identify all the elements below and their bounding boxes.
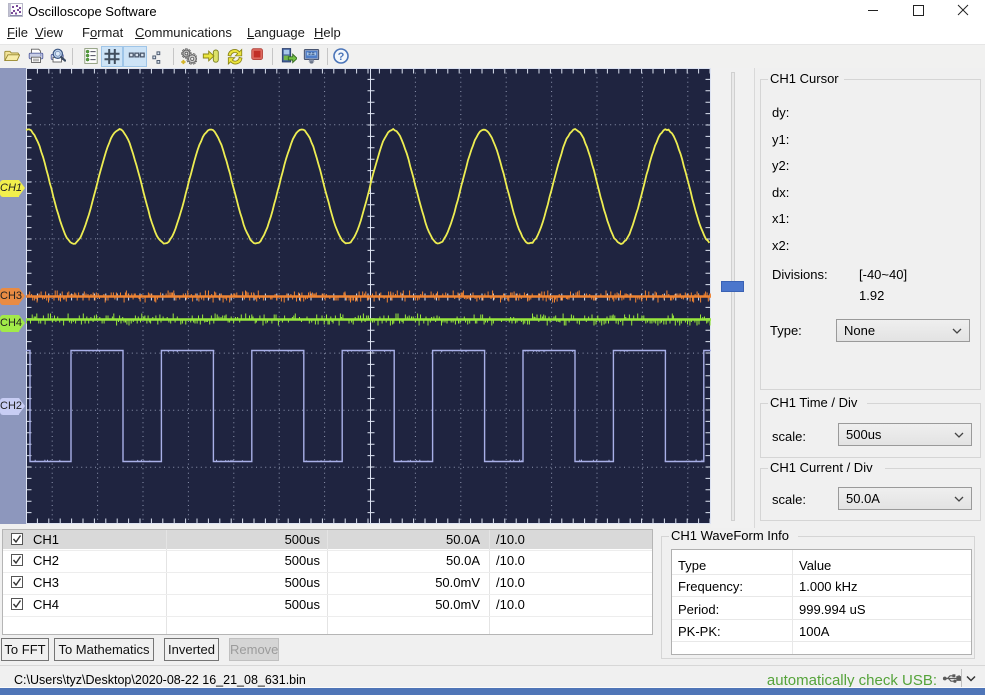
svg-text:?: ?	[338, 51, 345, 63]
